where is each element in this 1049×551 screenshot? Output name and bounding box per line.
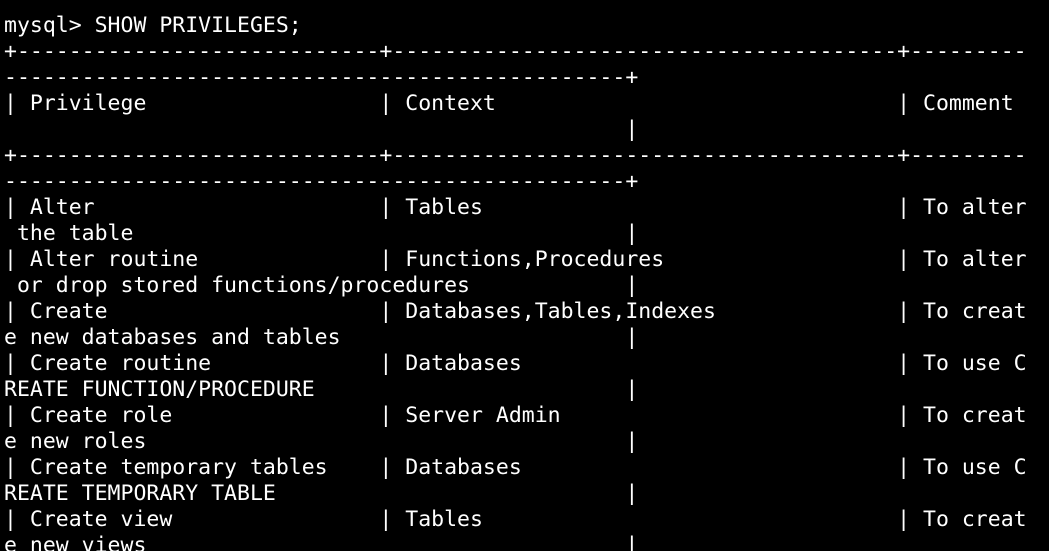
terminal-line: REATE FUNCTION/PROCEDURE |	[4, 377, 639, 402]
terminal-line: ----------------------------------------…	[4, 65, 639, 90]
terminal-line: | Privilege | Context | Comment	[4, 91, 1014, 116]
terminal-line: REATE TEMPORARY TABLE |	[4, 481, 639, 506]
terminal-line: +----------------------------+----------…	[4, 39, 1027, 64]
terminal-line: mysql> SHOW PRIVILEGES;	[4, 13, 302, 38]
terminal-line: +----------------------------+----------…	[4, 143, 1027, 168]
terminal-line: | Create role | Server Admin | To creat	[4, 403, 1027, 428]
terminal-line: | Alter | Tables | To alter	[4, 195, 1027, 220]
terminal-line: or drop stored functions/procedures |	[4, 273, 639, 298]
terminal-line: e new databases and tables |	[4, 325, 639, 350]
terminal-line: | Create | Databases,Tables,Indexes | To…	[4, 299, 1027, 324]
terminal-line: |	[4, 117, 639, 142]
terminal-line: the table |	[4, 221, 639, 246]
terminal-line: | Create routine | Databases | To use C	[4, 351, 1027, 376]
terminal-line: e new views |	[4, 533, 639, 551]
terminal-window[interactable]: mysql> SHOW PRIVILEGES; +---------------…	[0, 0, 1049, 551]
terminal-line: e new roles |	[4, 429, 639, 454]
terminal-line: ----------------------------------------…	[4, 169, 639, 194]
terminal-line: | Alter routine | Functions,Procedures |…	[4, 247, 1027, 272]
terminal-line: | Create view | Tables | To creat	[4, 507, 1027, 532]
terminal-line: | Create temporary tables | Databases | …	[4, 455, 1027, 480]
